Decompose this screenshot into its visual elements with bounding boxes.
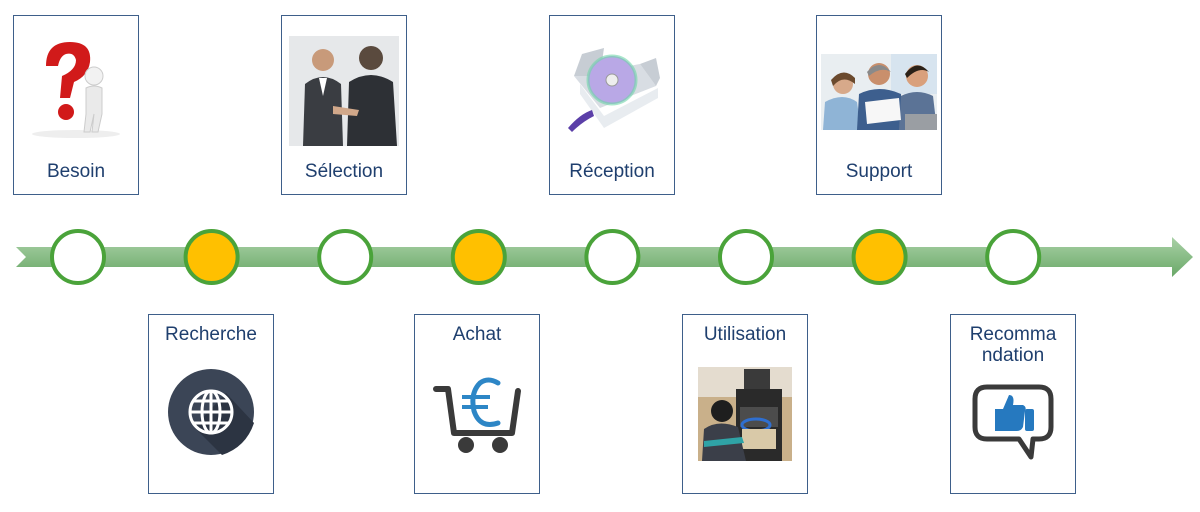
workstation-photo — [698, 367, 792, 461]
stage-label: Achat — [452, 324, 502, 345]
stage-card-support: Support — [816, 15, 942, 195]
stage-card-selection: Sélection — [281, 15, 407, 195]
stage-label: Sélection — [304, 161, 384, 182]
handshake-photo — [289, 36, 399, 146]
globe-icon — [168, 369, 254, 455]
stage-card-recherche: Recherche — [148, 314, 274, 494]
timeline-node-8 — [985, 229, 1042, 285]
stage-card-achat: Achat — [414, 314, 540, 494]
stage-label: Recomma ndation — [969, 324, 1057, 366]
stage-card-utilisation: Utilisation — [682, 314, 808, 494]
stage-card-besoin: Besoin — [13, 15, 139, 195]
timeline-node-2 — [183, 229, 240, 285]
stage-card-reception: Réception — [549, 15, 675, 195]
stage-card-recommandation: Recomma ndation — [950, 314, 1076, 494]
timeline-node-1 — [50, 229, 106, 285]
stage-label: Besoin — [46, 161, 106, 182]
question-mark-person-icon — [32, 42, 120, 138]
timeline-node-5 — [584, 229, 641, 285]
stage-label: Utilisation — [703, 324, 787, 345]
timeline-node-4 — [450, 229, 507, 285]
timeline-node-6 — [718, 229, 774, 285]
thumbs-up-bubble-icon — [972, 384, 1054, 460]
stage-label: Recherche — [165, 324, 257, 345]
cd-box-icon — [568, 48, 660, 132]
timeline-arrow — [16, 229, 1193, 285]
timeline-node-7 — [851, 229, 908, 285]
team-photo — [821, 54, 937, 130]
cart-euro-icon — [433, 377, 521, 453]
stage-label: Support — [845, 161, 913, 182]
timeline-node-3 — [317, 229, 374, 285]
stage-label: Réception — [569, 161, 655, 182]
